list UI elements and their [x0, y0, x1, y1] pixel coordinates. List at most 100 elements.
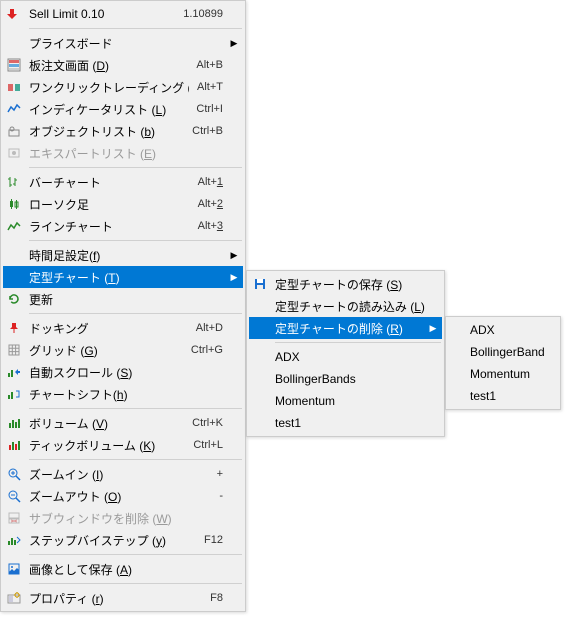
menu-item[interactable]: test1 [448, 385, 558, 407]
linechart-icon [3, 215, 25, 237]
menu-item-shortcut: 1.10899 [175, 8, 229, 20]
menu-item[interactable]: ローソク足Alt+2 [3, 193, 243, 215]
menu-item-label: ズームイン (I) [25, 466, 209, 483]
menu-item[interactable]: グリッド (G)Ctrl+G [3, 339, 243, 361]
object-icon [3, 120, 25, 142]
menu-item-shortcut: Alt+3 [190, 220, 229, 232]
menu-item[interactable]: ズームアウト (O)- [3, 485, 243, 507]
blank-icon [249, 317, 271, 339]
menu-item[interactable]: BollingerBands [448, 341, 558, 363]
menu-item-label: ADX [466, 323, 544, 337]
blank-icon [3, 244, 25, 266]
menu-separator [29, 28, 242, 29]
menu-item[interactable]: オブジェクトリスト (b)Ctrl+B [3, 120, 243, 142]
menu-item-label: BollingerBands [271, 372, 428, 386]
menu-item-label: test1 [466, 389, 544, 403]
context-menu-main: Sell Limit 0.101.10899プライスボード▶板注文画面 (D)A… [0, 0, 246, 612]
menu-item-label: 更新 [25, 291, 229, 308]
menu-item[interactable]: ステップバイステップ (y)F12 [3, 529, 243, 551]
saveimg-icon [3, 558, 25, 580]
menu-item-shortcut: Alt+D [188, 322, 229, 334]
properties-icon [3, 587, 25, 609]
submenu-arrow-icon: ▶ [229, 272, 239, 283]
candle-icon [3, 193, 25, 215]
context-menu-template-delete: ADX BollingerBands Momentum test1 [445, 316, 561, 410]
menu-item[interactable]: Momentum [448, 363, 558, 385]
volume-icon [3, 412, 25, 434]
expert-icon [3, 142, 25, 164]
save-icon [249, 273, 271, 295]
menu-item[interactable]: ティックボリューム (K)Ctrl+L [3, 434, 243, 456]
menu-item[interactable]: ズームイン (I)+ [3, 463, 243, 485]
menu-item[interactable]: 定型チャート (T)▶ [3, 266, 243, 288]
menu-item-label: test1 [271, 416, 428, 430]
delsub-icon [3, 507, 25, 529]
zoomin-icon [3, 463, 25, 485]
menu-item[interactable]: BollingerBands [249, 368, 442, 390]
menu-item[interactable]: Sell Limit 0.101.10899 [3, 3, 243, 25]
menu-item[interactable]: ドッキングAlt+D [3, 317, 243, 339]
menu-item-shortcut: + [209, 468, 229, 480]
menu-item[interactable]: ボリューム (V)Ctrl+K [3, 412, 243, 434]
menu-item-label: BollingerBands [466, 345, 544, 359]
menu-item-label: 板注文画面 (D) [25, 57, 188, 74]
menu-item[interactable]: ワンクリックトレーディング (k)Alt+T [3, 76, 243, 98]
menu-item-label: 自動スクロール (S) [25, 364, 229, 381]
menu-item[interactable]: インディケータリスト (L)Ctrl+I [3, 98, 243, 120]
menu-item[interactable]: プロパティ (r)F8 [3, 587, 243, 609]
menu-item[interactable]: チャートシフト(h) [3, 383, 243, 405]
menu-item[interactable]: test1 [249, 412, 442, 434]
menu-item[interactable]: ラインチャートAlt+3 [3, 215, 243, 237]
blank-icon [448, 363, 466, 385]
menu-item-label: Momentum [466, 367, 544, 381]
blank-icon [3, 266, 25, 288]
menu-item-label: ティックボリューム (K) [25, 437, 185, 454]
menu-separator [29, 554, 242, 555]
menu-separator [29, 583, 242, 584]
menu-item[interactable]: ADX [448, 319, 558, 341]
blank-icon [249, 368, 271, 390]
menu-item[interactable]: 定型チャートの読み込み (L) [249, 295, 442, 317]
menu-item-label: グリッド (G) [25, 342, 183, 359]
menu-item[interactable]: 更新 [3, 288, 243, 310]
menu-item-shortcut: - [211, 490, 229, 502]
dom-icon [3, 54, 25, 76]
menu-item: エキスパートリスト (E) [3, 142, 243, 164]
menu-item-label: 定型チャートの保存 (S) [271, 276, 428, 293]
menu-item-shortcut: Ctrl+I [188, 103, 229, 115]
menu-item-shortcut: Ctrl+B [184, 125, 229, 137]
menu-item-shortcut: F12 [196, 534, 229, 546]
menu-item-label: Sell Limit 0.10 [25, 7, 175, 21]
blank-icon [448, 341, 466, 363]
menu-item[interactable]: バーチャートAlt+1 [3, 171, 243, 193]
menu-item-label: バーチャート [25, 174, 190, 191]
menu-separator [29, 167, 242, 168]
menu-item-label: プロパティ (r) [25, 590, 202, 607]
grid-icon [3, 339, 25, 361]
menu-item-shortcut: Alt+1 [190, 176, 229, 188]
menu-separator [29, 408, 242, 409]
menu-item-shortcut: Alt+T [189, 81, 229, 93]
menu-item-label: ローソク足 [25, 196, 190, 213]
oneclick-icon [3, 76, 25, 98]
menu-item[interactable]: 自動スクロール (S) [3, 361, 243, 383]
refresh-icon [3, 288, 25, 310]
context-menu-template: 定型チャートの保存 (S)定型チャートの読み込み (L)定型チャートの削除 (R… [246, 270, 445, 437]
menu-item[interactable]: 時間足設定(f)▶ [3, 244, 243, 266]
menu-item[interactable]: 定型チャートの削除 (R)▶ [249, 317, 442, 339]
menu-item[interactable]: Momentum [249, 390, 442, 412]
menu-item[interactable]: ADX [249, 346, 442, 368]
menu-item[interactable]: 定型チャートの保存 (S) [249, 273, 442, 295]
menu-item-label: 定型チャートの削除 (R) [271, 320, 428, 337]
menu-item-shortcut: Alt+2 [190, 198, 229, 210]
menu-item[interactable]: プライスボード▶ [3, 32, 243, 54]
pin-icon [3, 317, 25, 339]
menu-item[interactable]: 板注文画面 (D)Alt+B [3, 54, 243, 76]
blank-icon [448, 385, 466, 407]
submenu-arrow-icon: ▶ [428, 323, 438, 334]
menu-item[interactable]: 画像として保存 (A) [3, 558, 243, 580]
menu-item-label: ズームアウト (O) [25, 488, 211, 505]
blank-icon [249, 412, 271, 434]
step-icon [3, 529, 25, 551]
sell-arrow-icon [3, 3, 25, 25]
